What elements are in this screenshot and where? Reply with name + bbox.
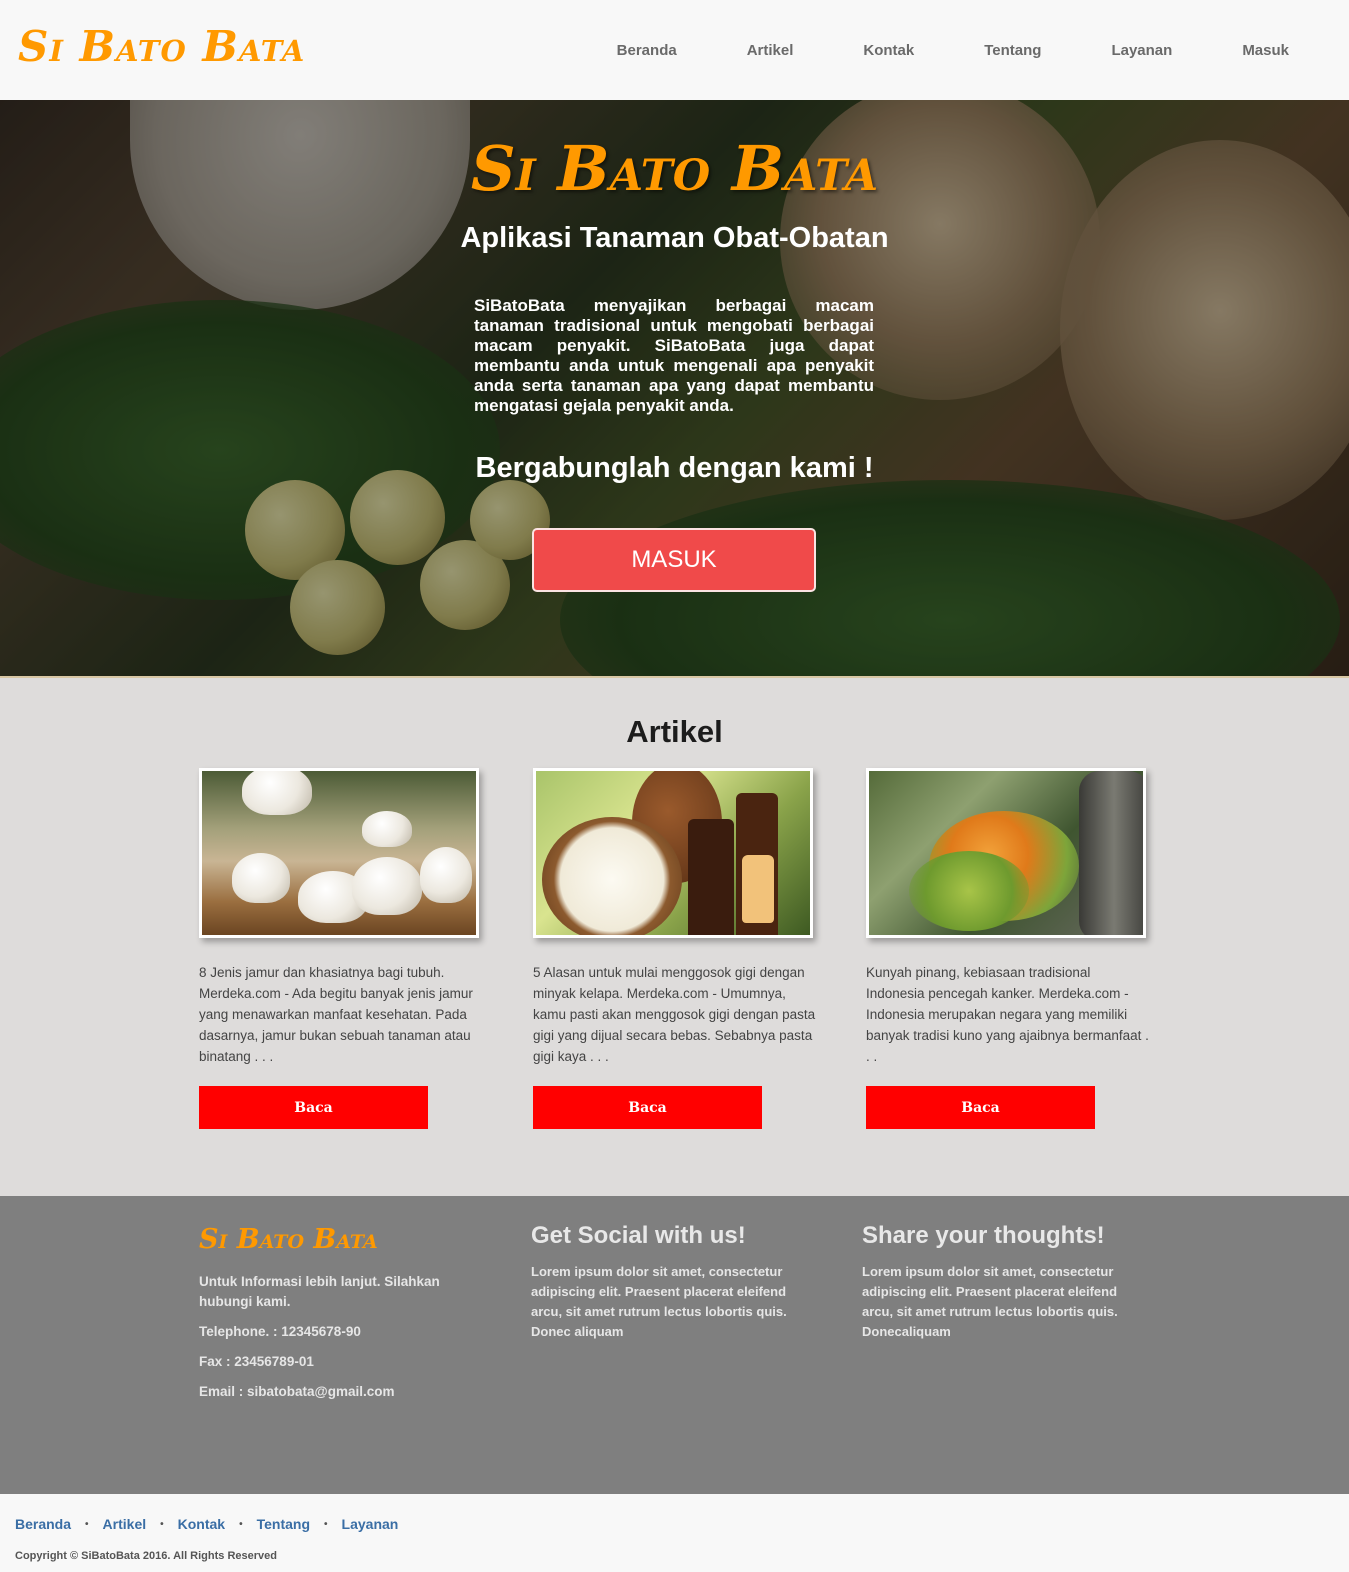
bottom-link-artikel[interactable]: Artikel <box>103 1516 147 1532</box>
hero-cta-text: Bergabunglah dengan kami ! <box>475 452 874 484</box>
bottle-shape <box>688 819 734 935</box>
betel-nut-cluster-shape <box>909 851 1029 931</box>
bottom-bar: Beranda • Artikel • Kontak • Tentang • L… <box>0 1494 1349 1572</box>
read-button[interactable]: Baca <box>199 1086 428 1129</box>
read-button[interactable]: Baca <box>866 1086 1095 1129</box>
mushroom-shape <box>232 853 290 903</box>
article-card: 5 Alasan untuk mulai menggosok gigi deng… <box>533 768 815 1129</box>
bottom-nav: Beranda • Artikel • Kontak • Tentang • L… <box>15 1516 398 1532</box>
mushroom-shape <box>242 771 312 815</box>
coconut-shape <box>542 817 682 935</box>
nav-link-masuk[interactable]: Masuk <box>1207 42 1349 59</box>
articles-section: Artikel 8 Jenis jamur dan khasiatnya bag… <box>0 678 1349 1196</box>
nav-link-tentang[interactable]: Tentang <box>949 42 1076 59</box>
footer-thoughts-heading: Share your thoughts! <box>862 1222 1105 1249</box>
bottom-link-tentang[interactable]: Tentang <box>257 1516 310 1532</box>
mushroom-shape <box>420 847 472 903</box>
article-text: 5 Alasan untuk mulai menggosok gigi deng… <box>533 965 816 1064</box>
separator-dot: • <box>160 1518 164 1530</box>
nav-link-beranda[interactable]: Beranda <box>582 42 712 59</box>
footer-contact: Untuk Informasi lebih lanjut. Silahkan h… <box>199 1272 469 1412</box>
masuk-button[interactable]: MASUK <box>532 528 816 592</box>
footer-email: Email : sibatobata@gmail.com <box>199 1384 395 1399</box>
footer: Si Bato Bata Untuk Informasi lebih lanju… <box>0 1196 1349 1494</box>
footer-telephone: Telephone. : 12345678-90 <box>199 1324 361 1339</box>
footer-brand-logo: Si Bato Bata <box>199 1224 378 1255</box>
coconut-oil-image <box>533 768 813 938</box>
article-text: Kunyah pinang, kebiasaan tradisional Ind… <box>866 965 1149 1064</box>
bottom-link-layanan[interactable]: Layanan <box>342 1516 399 1532</box>
hero-description: SiBatoBata menyajikan berbagai macam tan… <box>474 296 874 415</box>
read-button[interactable]: Baca <box>533 1086 762 1129</box>
brand-logo[interactable]: Si Bato Bata <box>18 22 305 71</box>
article-card: 8 Jenis jamur dan khasiatnya bagi tubuh.… <box>199 768 479 1129</box>
nav-link-layanan[interactable]: Layanan <box>1076 42 1207 59</box>
footer-info: Untuk Informasi lebih lanjut. Silahkan h… <box>199 1274 440 1309</box>
nav-link-artikel[interactable]: Artikel <box>712 42 829 59</box>
footer-thoughts-text: Lorem ipsum dolor sit amet, consectetur … <box>862 1264 1118 1339</box>
bottom-link-kontak[interactable]: Kontak <box>178 1516 225 1532</box>
footer-fax: Fax : 23456789-01 <box>199 1354 314 1369</box>
main-nav: Beranda Artikel Kontak Tentang Layanan M… <box>582 0 1349 100</box>
articles-title: Artikel <box>626 714 723 749</box>
article-text: 8 Jenis jamur dan khasiatnya bagi tubuh.… <box>199 965 473 1064</box>
hero-subtitle: Aplikasi Tanaman Obat-Obatan <box>460 222 889 254</box>
copyright-text: Copyright © SiBatoBata 2016. All Rights … <box>15 1550 277 1562</box>
bottom-link-beranda[interactable]: Beranda <box>15 1516 71 1532</box>
bottle-label-shape <box>742 855 774 923</box>
mushroom-shape <box>352 857 422 915</box>
top-navbar: Si Bato Bata Beranda Artikel Kontak Tent… <box>0 0 1349 100</box>
footer-social-text: Lorem ipsum dolor sit amet, consectetur … <box>531 1264 787 1339</box>
separator-dot: • <box>239 1518 243 1530</box>
betel-nut-image <box>866 768 1146 938</box>
mushrooms-image <box>199 768 479 938</box>
palm-trunk-shape <box>1079 771 1143 935</box>
mushroom-shape <box>362 811 412 847</box>
article-card: Kunyah pinang, kebiasaan tradisional Ind… <box>866 768 1149 1129</box>
nav-link-kontak[interactable]: Kontak <box>828 42 949 59</box>
separator-dot: • <box>324 1518 328 1530</box>
footer-social-heading: Get Social with us! <box>531 1222 746 1249</box>
separator-dot: • <box>85 1518 89 1530</box>
hero-title: Si Bato Bata <box>470 132 879 205</box>
hero-section: Si Bato Bata Aplikasi Tanaman Obat-Obata… <box>0 100 1349 678</box>
